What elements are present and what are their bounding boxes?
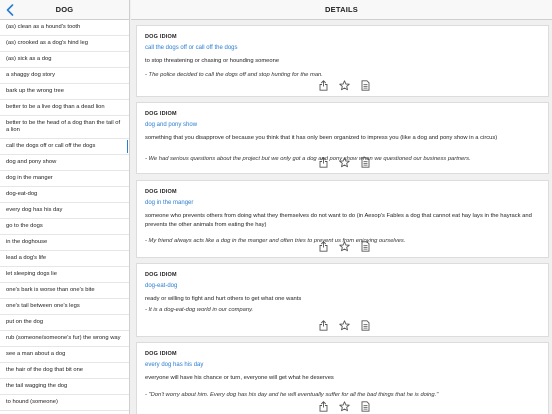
details-pane: DETAILS DOG IDIOM call the dogs off or ca… [131,0,552,414]
share-button[interactable] [317,400,329,412]
card-definition: ready or willing to fight and hurt other… [145,296,302,302]
list-item[interactable]: in the doghouse [0,235,129,251]
list-item[interactable]: the hair of the dog that bit one [0,363,129,379]
idiom-list: (as) clean as a hound's tooth (as) crooke… [0,20,129,414]
list-item[interactable]: (as) crooked as a dog's hind leg [0,36,129,52]
list-title: DOG [55,5,74,14]
document-icon [361,240,369,252]
card-example: - It is a dog-eat-dog world in our compa… [145,307,254,313]
share-button[interactable] [317,156,329,168]
card-idiom-link[interactable]: dog in the manger [145,200,193,206]
card-label: DOG IDIOM [145,34,177,40]
list-item[interactable]: call the dogs off or call off the dogs [0,139,129,156]
document-icon [361,79,369,91]
favorite-button[interactable] [338,156,350,168]
details-title: DETAILS [325,5,358,14]
favorite-button[interactable] [338,400,350,412]
card-idiom-link[interactable]: dog and pony show [145,122,197,128]
star-icon [338,79,350,90]
card-label: DOG IDIOM [145,351,177,357]
list-item[interactable]: let sleeping dogs lie [0,267,129,283]
card-example: - "Don't worry about him. Every dog has … [145,392,439,398]
list-item[interactable]: every dog has his day [0,203,129,220]
star-icon [338,319,350,330]
card-definition: something that you disapprove of because… [145,135,498,141]
share-icon [319,400,327,412]
favorite-button[interactable] [338,79,350,91]
favorite-button[interactable] [338,240,350,252]
star-icon [338,156,350,167]
idiom-card: DOG IDIOM dog and pony show something that… [136,102,549,174]
card-definition: everyone will have his chance or turn, e… [145,375,334,381]
list-item[interactable]: a shaggy dog story [0,68,129,84]
left-header: DOG [0,0,129,20]
card-label: DOG IDIOM [145,111,177,117]
card-actions [137,319,548,331]
card-actions [137,156,548,168]
card-label: DOG IDIOM [145,272,177,278]
card-definition: someone who prevents others from doing w… [145,213,532,228]
notes-button[interactable] [359,79,371,91]
list-item[interactable]: the tail wagging the dog [0,379,129,395]
list-item[interactable]: (as) sick as a dog [0,52,129,68]
card-label: DOG IDIOM [145,189,177,195]
list-item[interactable]: see a man about a dog [0,347,129,363]
notes-button[interactable] [359,400,371,412]
idiom-list-pane: DOG (as) clean as a hound's tooth (as) cr… [0,0,130,414]
right-header: DETAILS [131,0,552,20]
notes-button[interactable] [359,240,371,252]
card-idiom-link[interactable]: every dog has his day [145,362,203,368]
list-item[interactable]: dog and pony show [0,155,129,172]
card-idiom-link[interactable]: dog-eat-dog [145,283,177,289]
back-button[interactable] [4,3,16,17]
list-item[interactable]: (as) clean as a hound's tooth [0,20,129,36]
share-icon [319,156,327,168]
list-item[interactable]: lead a dog's life [0,251,129,267]
card-definition: to stop threatening or chasing or houndi… [145,58,280,64]
list-item[interactable]: better to be the head of a dog than the … [0,116,129,140]
idiom-card: DOG IDIOM every dog has his day everyone w… [136,342,549,414]
card-actions [137,79,548,91]
card-actions [137,240,548,252]
share-icon [319,79,327,91]
share-button[interactable] [317,240,329,252]
list-item[interactable]: bark up the wrong tree [0,84,129,100]
star-icon [338,240,350,251]
list-item[interactable]: one's bark is worse than one's bite [0,283,129,299]
card-actions [137,400,548,412]
list-item[interactable]: put on the dog [0,315,129,331]
notes-button[interactable] [359,319,371,331]
idiom-card: DOG IDIOM dog in the manger someone who pr… [136,180,549,258]
list-item[interactable]: dog-eat-dog [0,187,129,204]
document-icon [361,400,369,412]
notes-button[interactable] [359,156,371,168]
idiom-card: DOG IDIOM dog-eat-dog ready or willing to … [136,263,549,337]
list-item[interactable]: rub (someone/someone's fur) the wrong wa… [0,331,129,347]
document-icon [361,319,369,331]
list-item[interactable]: go to the dogs [0,219,129,235]
favorite-button[interactable] [338,319,350,331]
star-icon [338,400,350,411]
document-icon [361,156,369,168]
card-idiom-link[interactable]: call the dogs off or call off the dogs [145,45,238,51]
share-icon [319,240,327,252]
share-button[interactable] [317,79,329,91]
share-icon [319,319,327,331]
list-item[interactable]: better to be a live dog than a dead lion [0,100,129,116]
list-item[interactable]: dog in the manger [0,171,129,188]
chevron-left-icon [6,4,14,16]
list-item[interactable]: one's tail between one's legs [0,299,129,315]
share-button[interactable] [317,319,329,331]
list-item[interactable]: to hound (someone) [0,395,129,411]
idiom-card: DOG IDIOM call the dogs off or call off t… [136,25,549,97]
